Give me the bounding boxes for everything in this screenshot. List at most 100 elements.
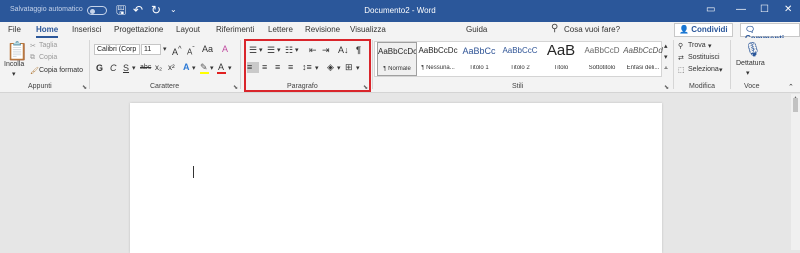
style-name: Sottotitolo: [588, 65, 616, 71]
tab-help[interactable]: Guida: [466, 25, 487, 34]
close-icon[interactable]: ✕: [784, 3, 792, 17]
style-no-spacing[interactable]: AaBbCcDc ¶ Nessuna...: [418, 42, 458, 76]
style-sample: AaBbCcD: [584, 46, 620, 55]
format-painter-button[interactable]: Copia formato: [39, 67, 83, 74]
text-effects-dropdown-icon[interactable]: ▾: [192, 64, 196, 72]
style-sample: AaB: [546, 42, 576, 59]
find-button[interactable]: Trova: [688, 42, 706, 49]
strikethrough-button[interactable]: abc: [140, 63, 151, 73]
comments-button[interactable]: 🗨 Commenti: [740, 23, 800, 43]
tab-design[interactable]: Progettazione: [114, 25, 163, 34]
editing-group-label: Modifica: [689, 83, 716, 90]
format-painter-icon[interactable]: 🖌: [30, 67, 39, 75]
style-heading-1[interactable]: AaBbCc Titolo 1: [459, 42, 499, 76]
tab-review[interactable]: Revisione: [305, 25, 340, 34]
style-subtle-emphasis[interactable]: AaBbCcDd Enfasi deli...: [623, 42, 663, 76]
style-heading-2[interactable]: AaBbCcC Titolo 2: [500, 42, 540, 76]
share-label: Condividi: [691, 25, 728, 34]
tab-layout[interactable]: Layout: [176, 25, 200, 34]
replace-icon[interactable]: ⇄: [678, 54, 684, 62]
shrink-font-icon[interactable]: Aˇ: [187, 45, 195, 58]
tab-insert[interactable]: Inserisci: [72, 25, 101, 34]
ribbon: 📋 Incolla ▾ ✂ Taglia ⧉ Copia 🖌 Copia for…: [0, 38, 800, 93]
style-name: ¶ Normale: [383, 66, 411, 72]
tab-home[interactable]: Home: [36, 25, 59, 38]
highlight-dropdown-icon[interactable]: ▾: [210, 64, 214, 72]
style-sample: AaBbCcDd: [623, 46, 663, 55]
copy-icon[interactable]: ⧉: [30, 54, 35, 62]
clipboard-group-label: Appunti: [28, 83, 52, 90]
grow-font-icon[interactable]: A^: [172, 44, 182, 57]
styles-group-label: Stili: [512, 83, 524, 90]
clipboard-launcher-icon[interactable]: ⬊: [82, 84, 87, 91]
bold-button[interactable]: G: [96, 63, 103, 73]
select-icon[interactable]: ⬚: [678, 66, 685, 74]
change-case-icon[interactable]: Aa: [202, 44, 213, 54]
font-color-dropdown-icon[interactable]: ▾: [228, 64, 232, 72]
style-name: ¶ Nessuna...: [421, 65, 455, 71]
find-icon[interactable]: ⚲: [678, 42, 683, 50]
clear-formatting-icon[interactable]: A: [222, 44, 228, 54]
select-button[interactable]: Seleziona: [688, 66, 719, 73]
microphone-icon[interactable]: 🎙: [744, 41, 762, 57]
superscript-button[interactable]: x²: [168, 63, 175, 73]
share-icon: 👤: [679, 25, 689, 34]
copy-button[interactable]: Copia: [39, 54, 57, 61]
tell-me-search[interactable]: Cosa vuoi fare?: [564, 25, 620, 34]
tab-view[interactable]: Visualizza: [350, 25, 386, 34]
subscript-button[interactable]: x₂: [155, 63, 162, 73]
select-dropdown-icon[interactable]: ▾: [719, 66, 723, 74]
font-size-dropdown-icon[interactable]: ▾: [163, 45, 167, 53]
scrollbar-thumb[interactable]: [793, 98, 798, 112]
style-normal[interactable]: AaBbCcDc ¶ Normale: [377, 42, 417, 76]
underline-dropdown-icon[interactable]: ▾: [132, 64, 136, 72]
paste-icon[interactable]: 📋: [6, 42, 28, 60]
group-separator: [372, 40, 373, 89]
replace-button[interactable]: Sostituisci: [688, 54, 720, 61]
maximize-icon[interactable]: ☐: [760, 3, 769, 17]
paste-dropdown-icon[interactable]: ▾: [12, 70, 16, 78]
highlight-color-icon[interactable]: ✎: [200, 62, 208, 72]
italic-button[interactable]: C: [110, 63, 117, 73]
font-launcher-icon[interactable]: ⬊: [233, 84, 238, 91]
minimize-icon[interactable]: —: [736, 3, 746, 17]
tab-file[interactable]: File: [8, 25, 21, 34]
cut-icon[interactable]: ✂: [30, 42, 36, 50]
cut-button[interactable]: Taglia: [39, 42, 57, 49]
share-button[interactable]: 👤 Condividi: [674, 23, 733, 37]
comment-icon: 🗨: [745, 25, 756, 34]
tab-mailings[interactable]: Lettere: [268, 25, 293, 34]
style-title[interactable]: AaB Titolo: [541, 42, 581, 76]
paste-button[interactable]: Incolla: [4, 61, 24, 68]
style-name: Titolo 1: [469, 65, 489, 71]
document-title: Documento2 - Word: [364, 6, 436, 15]
group-separator: [730, 40, 731, 89]
title-bar: Salvataggio automatico 🖫 ↶ ↻ ⌄ Documento…: [0, 0, 800, 22]
text-effects-icon[interactable]: A: [183, 62, 190, 72]
lightbulb-icon[interactable]: ⚲: [551, 23, 558, 34]
group-separator: [673, 40, 674, 89]
style-name: Titolo 2: [510, 65, 530, 71]
style-name: Enfasi deli...: [626, 65, 660, 71]
dictate-dropdown-icon[interactable]: ▾: [746, 69, 750, 77]
tab-references[interactable]: Riferimenti: [216, 25, 254, 34]
document-page[interactable]: [130, 103, 662, 253]
underline-button[interactable]: S: [123, 63, 129, 73]
style-sample: AaBbCcDc: [418, 46, 458, 55]
group-separator: [89, 40, 90, 89]
styles-more-icon[interactable]: ⩡: [664, 65, 668, 73]
styles-scroll-down-icon[interactable]: ▾: [664, 53, 668, 61]
dictate-button[interactable]: Dettatura: [736, 60, 765, 67]
style-sample: AaBbCcC: [502, 46, 538, 55]
style-subtitle[interactable]: AaBbCcD Sottotitolo: [582, 42, 622, 76]
vertical-scrollbar[interactable]: [791, 94, 800, 250]
styles-launcher-icon[interactable]: ⬊: [664, 84, 669, 91]
styles-scroll-up-icon[interactable]: ▴: [664, 42, 668, 50]
find-dropdown-icon[interactable]: ▾: [708, 42, 712, 50]
font-family-combo[interactable]: Calibri (Corp: [94, 44, 140, 55]
ribbon-display-options-icon[interactable]: ▭: [706, 3, 715, 17]
font-size-combo[interactable]: 11: [141, 44, 161, 55]
group-separator: [240, 40, 241, 89]
collapse-ribbon-icon[interactable]: ⌃: [788, 83, 794, 91]
font-color-icon[interactable]: A: [218, 62, 224, 72]
